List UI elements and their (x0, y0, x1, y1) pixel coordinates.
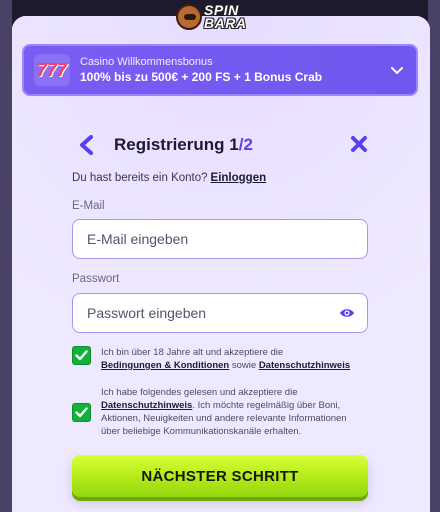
show-password-eye-icon[interactable] (339, 306, 355, 320)
password-label: Passwort (72, 273, 120, 285)
terms-consent-row: Ich bin über 18 Jahre alt und akzeptiere… (72, 346, 363, 372)
checkmark-icon (75, 350, 88, 361)
welcome-bonus-banner[interactable]: 777 Casino Willkommensbonus 100% bis zu … (22, 44, 418, 96)
terms-consent-text: Ich bin über 18 Jahre alt und akzeptiere… (101, 346, 363, 372)
terms-link[interactable]: Bedingungen & Konditionen (101, 360, 229, 371)
bonus-description: 100% bis zu 500€ + 200 FS + 1 Bonus Crab (80, 70, 323, 84)
next-step-button[interactable]: NÄCHSTER SCHRITT (72, 455, 368, 497)
step-total: 2 (243, 135, 253, 154)
marketing-text-before: Ich habe folgendes gelesen und akzeptier… (101, 387, 298, 398)
terms-text-mid: sowie (231, 360, 257, 371)
registration-header: Registrierung 1/2 (78, 133, 368, 157)
password-field[interactable] (72, 293, 368, 333)
marketing-consent-row: Ich habe folgendes gelesen und akzeptier… (72, 386, 363, 438)
title-text: Registrierung (114, 135, 225, 154)
login-prompt: Du hast bereits ein Konto? Einloggen (72, 172, 266, 184)
logo-wordmark: SPIN BARA (204, 3, 247, 31)
chevron-down-icon[interactable] (390, 63, 404, 77)
checkmark-icon (75, 407, 88, 418)
slot-777-icon: 777 (34, 54, 70, 86)
email-label: E-Mail (72, 200, 105, 212)
privacy-link[interactable]: Datenschutzhinweis (259, 360, 350, 371)
bonus-title: Casino Willkommensbonus (80, 56, 213, 68)
email-field[interactable] (72, 219, 368, 259)
capybara-mascot-icon (176, 4, 202, 30)
page-title: Registrierung 1/2 (114, 135, 253, 155)
marketing-privacy-link[interactable]: Datenschutzhinweis (101, 400, 192, 411)
marketing-consent-text: Ich habe folgendes gelesen und akzeptier… (101, 386, 363, 438)
logo-line-2: BARA (204, 15, 247, 31)
step-current: 1 (229, 135, 239, 154)
close-icon[interactable] (350, 135, 368, 153)
back-arrow-icon[interactable] (78, 135, 96, 155)
terms-text-before: Ich bin über 18 Jahre alt und akzeptiere… (101, 347, 284, 358)
login-link[interactable]: Einloggen (211, 172, 267, 184)
marketing-checkbox[interactable] (72, 403, 91, 422)
backdrop-left-edge (0, 0, 12, 512)
terms-checkbox[interactable] (72, 346, 91, 365)
spinbara-logo: SPIN BARA (176, 0, 268, 34)
bonus-texts: Casino Willkommensbonus 100% bis zu 500€… (80, 56, 322, 84)
login-prompt-text: Du hast bereits ein Konto? (72, 172, 208, 184)
